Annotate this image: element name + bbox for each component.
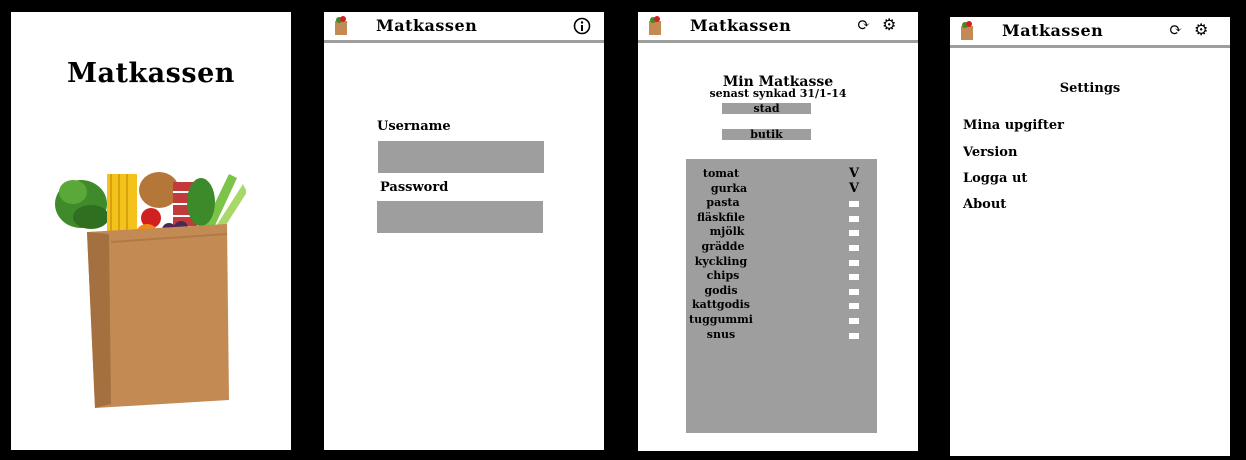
list-item: kyckling	[694, 254, 748, 268]
list-item: mjölk	[709, 225, 745, 239]
item-checkbox[interactable]	[849, 215, 859, 222]
username-field[interactable]	[378, 141, 544, 173]
app-title: Matkassen	[376, 16, 478, 35]
menu-item-version[interactable]: Version	[963, 145, 1017, 160]
item-checkbox[interactable]	[849, 274, 859, 281]
password-label: Password	[380, 180, 449, 195]
menu-item-logga-ut[interactable]: Logga ut	[963, 171, 1027, 186]
grocery-bag-icon	[335, 16, 347, 35]
list-item: tuggummi	[689, 313, 753, 326]
info-icon[interactable]	[573, 17, 591, 35]
settings-screen: Matkassen ⟳ ⚙ Settings Mina upgifter Ver…	[950, 17, 1230, 456]
gear-icon[interactable]: ⚙	[1194, 21, 1208, 39]
list-item: godis	[704, 283, 738, 297]
splash-screen: Matkassen	[11, 12, 291, 450]
app-bar: Matkassen ⟳ ⚙	[638, 12, 918, 43]
app-bar: Matkassen	[324, 12, 604, 43]
app-title: Matkassen	[1002, 21, 1104, 40]
item-checkbox[interactable]	[849, 201, 859, 208]
menu-item-mina-upgifter[interactable]: Mina upgifter	[963, 118, 1064, 133]
item-checkbox[interactable]	[849, 288, 859, 295]
username-label: Username	[377, 119, 451, 134]
store-button[interactable]: butik	[722, 129, 811, 140]
item-checkbox[interactable]	[849, 245, 859, 251]
grocery-bag-illustration	[55, 172, 246, 408]
item-checkbox[interactable]	[849, 259, 859, 266]
item-checkbox[interactable]	[849, 318, 859, 324]
list-item: chips	[706, 269, 740, 283]
item-checkbox[interactable]	[849, 230, 859, 237]
password-field[interactable]	[377, 201, 543, 233]
list-item: fläskfile	[696, 210, 746, 224]
splash-title: Matkassen	[67, 58, 235, 89]
list-item: snus	[706, 327, 736, 341]
item-checkbox[interactable]	[849, 332, 859, 339]
sync-icon[interactable]: ⟳	[857, 16, 870, 34]
sync-icon[interactable]: ⟳	[1169, 21, 1182, 39]
list-item: tomat	[702, 167, 740, 180]
list-item: grädde	[701, 240, 745, 253]
app-bar: Matkassen ⟳ ⚙	[950, 17, 1230, 48]
item-checkbox[interactable]	[849, 303, 859, 310]
app-title: Matkassen	[690, 16, 792, 35]
shopping-list: tomat Vgurka Vpasta fläskfile mjölk grädde kyc…	[686, 159, 877, 433]
item-checkbox[interactable]: V	[847, 167, 861, 180]
grocery-bag-icon	[649, 16, 661, 35]
grocery-bag-icon	[961, 21, 973, 40]
list-item: pasta	[706, 196, 740, 210]
shopping-list-screen: Matkassen ⟳ ⚙ Min Matkasse senast synkad…	[638, 12, 918, 451]
login-screen: Matkassen Username Password	[324, 12, 604, 450]
list-item: gurka	[710, 181, 748, 195]
gear-icon[interactable]: ⚙	[882, 16, 896, 34]
list-item: kattgodis	[691, 298, 750, 312]
sync-status: senast synkad 31/1-14	[709, 87, 847, 100]
settings-heading: Settings	[1059, 81, 1121, 96]
city-button[interactable]: stad	[722, 103, 811, 114]
item-checkbox[interactable]: V	[847, 182, 861, 195]
menu-item-about[interactable]: About	[963, 197, 1006, 212]
